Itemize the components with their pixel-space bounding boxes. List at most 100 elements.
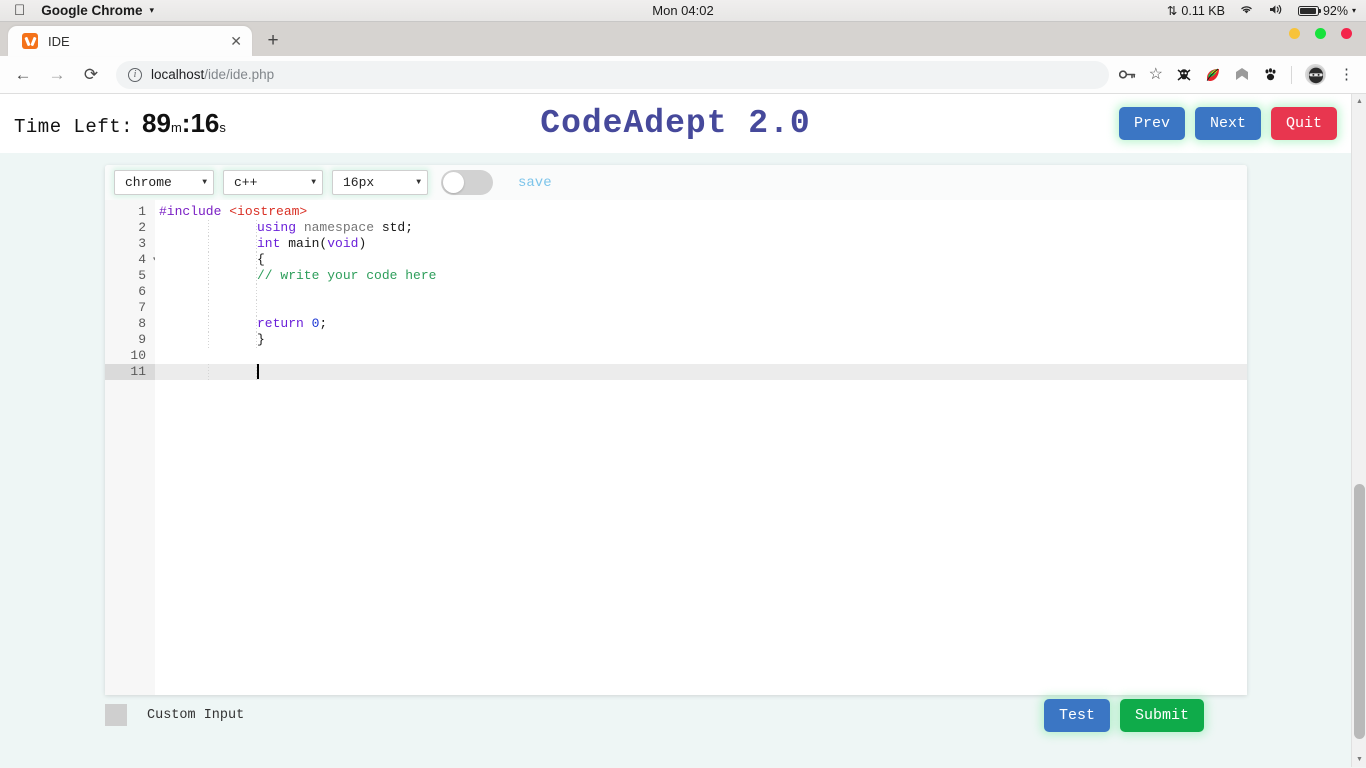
- code-line: }: [257, 332, 265, 347]
- maximize-button[interactable]: [1315, 28, 1326, 39]
- submit-button[interactable]: Submit: [1119, 698, 1204, 732]
- battery-status[interactable]: 92% ▾: [1297, 4, 1356, 18]
- custom-input-checkbox[interactable]: [105, 704, 127, 726]
- paw-icon[interactable]: [1263, 67, 1278, 82]
- close-icon[interactable]: ✕: [230, 34, 242, 48]
- timer-minutes-unit: m: [170, 120, 182, 135]
- code-line: [155, 300, 1247, 316]
- macos-menu-left:  Google Chrome ▾: [0, 3, 154, 18]
- toggle-knob: [443, 172, 464, 193]
- line-number-active: 11: [105, 364, 155, 380]
- forward-button[interactable]: →: [42, 60, 72, 90]
- window-controls: [1289, 28, 1352, 39]
- time-left-label: Time Left:: [14, 116, 134, 138]
- pirate-skull-icon[interactable]: [1176, 67, 1192, 83]
- theme-select[interactable]: chrome ▼: [114, 170, 214, 195]
- line-number-gutter: 1 2 3 4▾ 5 6 7 8 9 10 11: [105, 200, 157, 695]
- code-line: [155, 284, 1247, 300]
- code-line: int main(void): [257, 236, 367, 251]
- colorful-leaf-icon[interactable]: [1205, 67, 1221, 83]
- wifi-icon[interactable]: [1239, 3, 1254, 18]
- save-button[interactable]: save: [518, 175, 552, 191]
- app-header: Time Left: 89 m : 16 s CodeAdept 2.0 Pre…: [0, 94, 1351, 153]
- back-button[interactable]: ←: [8, 60, 38, 90]
- font-size-select-value: 16px: [343, 175, 375, 190]
- extension-icons: ☆ ⋮: [1118, 64, 1358, 85]
- font-size-select[interactable]: 16px ▼: [332, 170, 428, 195]
- timer-seconds-unit: s: [219, 120, 226, 135]
- next-button[interactable]: Next: [1194, 107, 1261, 140]
- browser-menu-icon[interactable]: ⋮: [1339, 67, 1354, 82]
- line-number: 4▾: [105, 252, 157, 268]
- quit-button[interactable]: Quit: [1270, 107, 1337, 140]
- password-key-icon[interactable]: [1118, 68, 1136, 81]
- timer-seconds: 16: [190, 108, 220, 138]
- language-select-value: c++: [234, 175, 258, 190]
- line-number: 3: [138, 236, 146, 251]
- tab-title: IDE: [48, 33, 70, 49]
- browser-tab[interactable]: IDE ✕: [8, 26, 252, 56]
- autosave-toggle[interactable]: [441, 170, 493, 195]
- timer-minutes: 89: [142, 108, 171, 138]
- network-arrows-icon: ⇅: [1166, 4, 1178, 18]
- scroll-down-arrow-icon[interactable]: ▼: [1352, 752, 1366, 767]
- url-host: localhost: [151, 67, 205, 82]
- new-tab-button[interactable]: +: [258, 27, 288, 55]
- scrollbar-thumb[interactable]: [1354, 484, 1365, 739]
- close-window-button[interactable]: [1341, 28, 1352, 39]
- code-line: using namespace std;: [257, 220, 414, 235]
- code-line: #include <iostream>: [159, 204, 308, 219]
- line-number: 6: [138, 284, 146, 299]
- line-number: 8: [138, 316, 146, 331]
- address-bar[interactable]: i localhost/ide/ide.php: [116, 60, 1109, 89]
- gray-arrow-icon[interactable]: [1234, 67, 1250, 83]
- toolbar-divider: [1291, 65, 1292, 84]
- site-info-icon[interactable]: i: [128, 67, 142, 82]
- scroll-up-arrow-icon[interactable]: ▲: [1352, 94, 1366, 109]
- time-left-display: Time Left: 89 m : 16 s: [14, 108, 226, 139]
- page-scrollbar[interactable]: ▲ ▼: [1351, 94, 1366, 767]
- page-content: Time Left: 89 m : 16 s CodeAdept 2.0 Pre…: [0, 94, 1366, 767]
- minimize-button[interactable]: [1289, 28, 1300, 39]
- page-scroll-area: Time Left: 89 m : 16 s CodeAdept 2.0 Pre…: [0, 94, 1351, 767]
- active-app-name[interactable]: Google Chrome: [41, 3, 142, 18]
- volume-icon[interactable]: [1268, 3, 1284, 19]
- network-usage-value: 0.11 KB: [1181, 3, 1225, 18]
- macos-status-items: ⇅ 0.11 KB 92% ▾: [1167, 3, 1366, 19]
- code-line: // write your code here: [257, 268, 437, 283]
- apple-logo-icon[interactable]: : [14, 3, 25, 18]
- network-usage[interactable]: ⇅ 0.11 KB: [1166, 3, 1225, 19]
- chevron-down-icon: ▼: [311, 178, 316, 187]
- chevron-down-icon[interactable]: ▾: [150, 5, 155, 16]
- macos-clock: Mon 04:02: [652, 3, 714, 18]
- line-number: 5: [138, 268, 146, 283]
- code-line: return 0;: [257, 316, 328, 331]
- language-select[interactable]: c++ ▼: [223, 170, 323, 195]
- chevron-down-icon: ▾: [1351, 6, 1356, 15]
- browser-tab-strip: IDE ✕ +: [0, 22, 1366, 56]
- reload-button[interactable]: ⟳: [76, 60, 106, 90]
- code-editor-panel: chrome ▼ c++ ▼ 16px ▼ save 1 2 3 4 5 6 7…: [105, 165, 1247, 695]
- xampp-favicon-icon: [22, 33, 38, 49]
- timer-separator: :: [181, 108, 191, 138]
- chevron-down-icon: ▼: [416, 178, 421, 187]
- code-area[interactable]: 1 2 3 4▾ 5 6 7 8 9 10 11 #include <iostr…: [105, 200, 1247, 695]
- test-button[interactable]: Test: [1043, 698, 1110, 732]
- theme-select-value: chrome: [125, 175, 172, 190]
- profile-avatar[interactable]: [1305, 64, 1326, 85]
- address-bar-url: localhost/ide/ide.php: [151, 67, 274, 82]
- footer-actions: Test Submit: [1043, 698, 1204, 732]
- chevron-down-icon: ▼: [202, 178, 207, 187]
- code-text[interactable]: #include <iostream> using namespace std;…: [155, 200, 1247, 695]
- browser-toolbar: ← → ⟳ i localhost/ide/ide.php ☆ ⋮: [0, 56, 1366, 94]
- line-number: 1: [138, 204, 146, 219]
- prev-button[interactable]: Prev: [1118, 107, 1185, 140]
- bookmark-star-icon[interactable]: ☆: [1149, 66, 1163, 83]
- line-number: 9: [138, 332, 146, 347]
- code-line: {: [257, 252, 265, 267]
- line-number: 10: [130, 348, 146, 363]
- custom-input-label: Custom Input: [147, 707, 245, 723]
- editor-toolbar: chrome ▼ c++ ▼ 16px ▼ save: [105, 165, 1247, 200]
- editor-footer: Custom Input Test Submit: [105, 695, 1247, 735]
